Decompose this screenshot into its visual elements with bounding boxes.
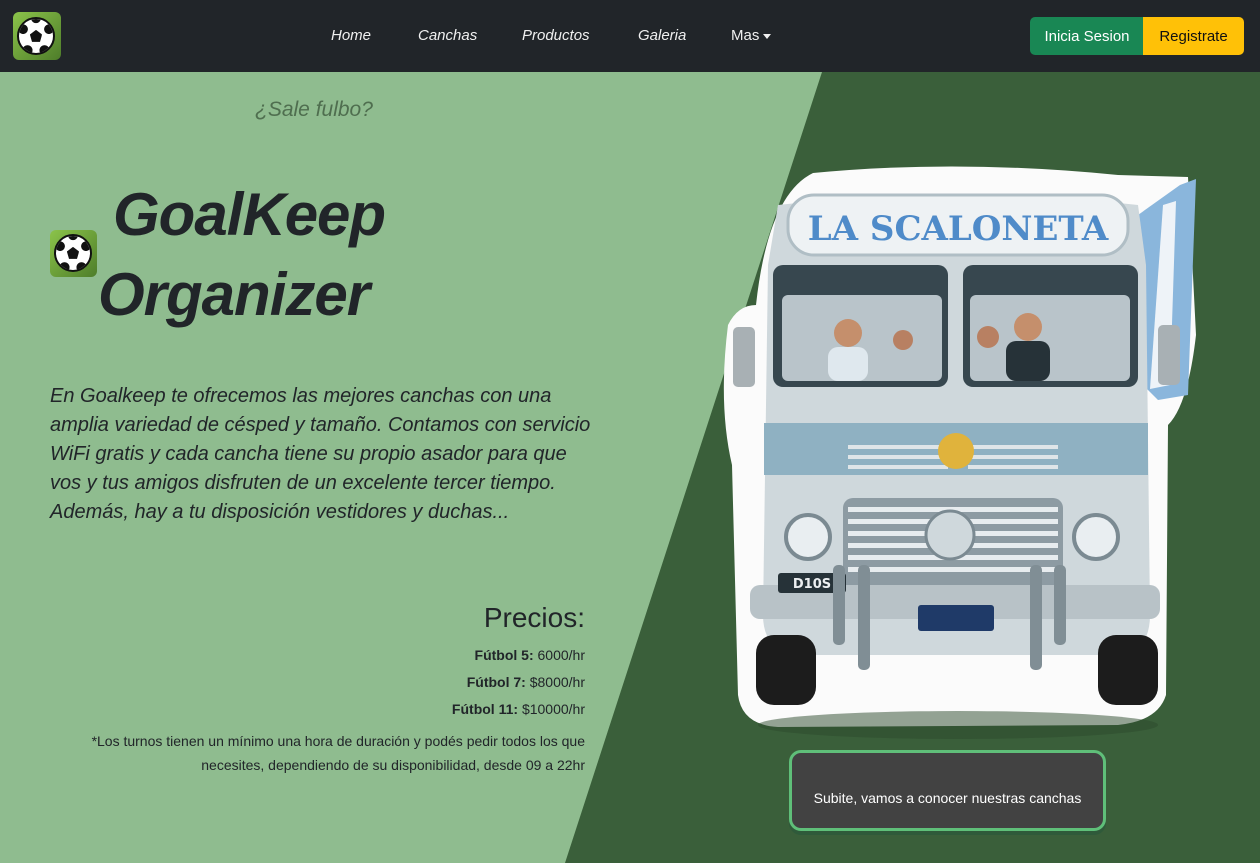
nav-link-canchas[interactable]: Canchas bbox=[418, 27, 477, 44]
price-label: Fútbol 5: bbox=[474, 647, 534, 663]
soccer-ball-icon bbox=[54, 234, 92, 272]
caret-down-icon bbox=[763, 33, 772, 39]
title-logo bbox=[50, 230, 97, 277]
navbar: Home Canchas Productos Galeria Mas Inici… bbox=[0, 0, 1260, 72]
nav-link-galeria[interactable]: Galeria bbox=[638, 27, 686, 44]
price-value: $10000/hr bbox=[521, 701, 585, 717]
hero-description: En Goalkeep te ofrecemos las mejores can… bbox=[50, 385, 591, 523]
price-value: 6000/hr bbox=[537, 647, 585, 663]
price-row: Fútbol 11: $10000/hr bbox=[300, 701, 585, 717]
price-row: Fútbol 7: $8000/hr bbox=[300, 674, 585, 690]
price-row: Fútbol 5: 6000/hr bbox=[300, 647, 585, 663]
bus-image: LA SCALONETA D10S bbox=[718, 165, 1198, 745]
soccer-ball-icon bbox=[17, 17, 55, 55]
schedule-note: *Los turnos tienen un mínimo una hora de… bbox=[91, 733, 585, 773]
price-value: $8000/hr bbox=[529, 674, 585, 690]
hero-title-line2: Organizer bbox=[98, 261, 370, 328]
bus-sign-text: LA SCALONETA bbox=[808, 209, 1109, 249]
hero-title-line1: GoalKeep bbox=[113, 181, 386, 248]
price-label: Fútbol 7: bbox=[466, 674, 526, 690]
register-button[interactable]: Registrate bbox=[1143, 17, 1244, 55]
nav-link-productos[interactable]: Productos bbox=[522, 27, 590, 44]
brand-logo[interactable] bbox=[13, 12, 61, 60]
bus-plate-left: D10S bbox=[793, 577, 831, 592]
cta-button[interactable]: Subite, vamos a conocer nuestras canchas bbox=[789, 750, 1106, 831]
hero-tagline: ¿Sale fulbo? bbox=[255, 98, 373, 121]
nav-dropdown-label: Mas bbox=[731, 27, 760, 44]
nav-link-home[interactable]: Home bbox=[331, 27, 371, 44]
price-label: Fútbol 11: bbox=[451, 701, 519, 717]
login-button[interactable]: Inicia Sesion bbox=[1030, 17, 1144, 55]
prices-heading: Precios: bbox=[483, 602, 585, 633]
nav-dropdown-mas[interactable]: Mas bbox=[731, 27, 772, 44]
